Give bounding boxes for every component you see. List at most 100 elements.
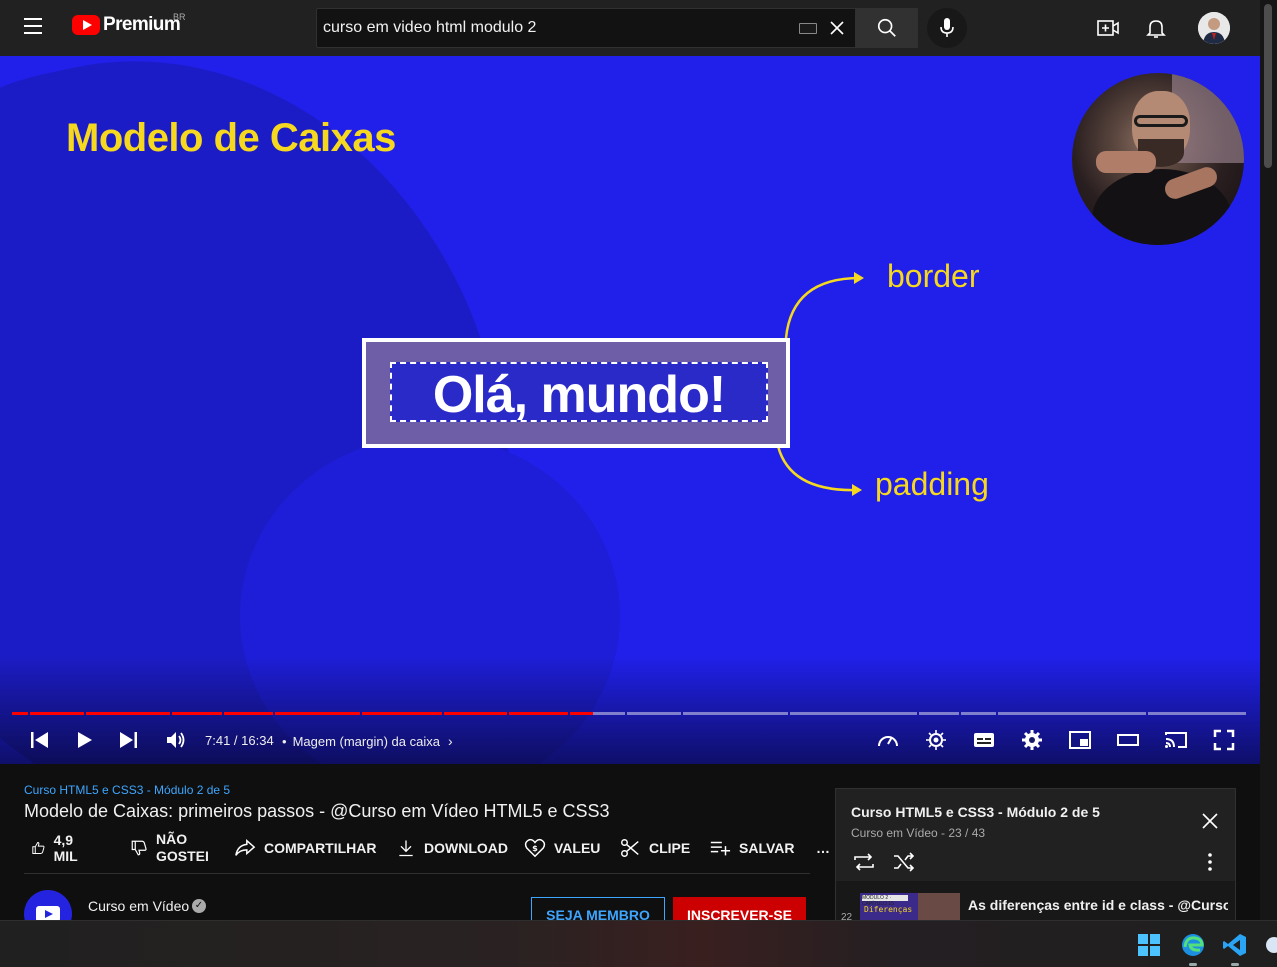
next-icon[interactable] bbox=[116, 728, 140, 752]
playback-speed-icon[interactable] bbox=[876, 728, 900, 752]
chapter-title-button[interactable]: • Magem (margin) da caixa › bbox=[282, 733, 453, 749]
logo-country: BR bbox=[173, 12, 186, 22]
fullscreen-icon[interactable] bbox=[1212, 728, 1236, 752]
download-label: DOWNLOAD bbox=[424, 840, 508, 856]
share-label: COMPARTILHAR bbox=[264, 840, 377, 856]
like-button[interactable]: 4,9 MIL bbox=[31, 830, 85, 866]
avatar-photo-icon bbox=[1198, 12, 1230, 44]
like-count: 4,9 MIL bbox=[53, 832, 78, 864]
chevron-right-icon: › bbox=[447, 733, 453, 749]
settings-gear-icon[interactable] bbox=[1020, 728, 1044, 752]
search-text[interactable]: curso em video html modulo 2 bbox=[323, 19, 536, 37]
channel-name[interactable]: Curso em Vídeo bbox=[88, 898, 189, 914]
miniplayer-icon[interactable] bbox=[1068, 728, 1092, 752]
clip-button[interactable]: CLIPE bbox=[619, 830, 690, 866]
progress-played-segment[interactable] bbox=[30, 712, 84, 715]
progress-chapter-segment[interactable] bbox=[592, 712, 625, 715]
play-icon[interactable] bbox=[72, 728, 96, 752]
chapter-title[interactable]: Magem (margin) da caixa bbox=[293, 734, 440, 749]
clear-search-icon[interactable] bbox=[827, 18, 847, 38]
edge-browser-icon[interactable] bbox=[1180, 932, 1206, 958]
previous-icon[interactable] bbox=[28, 728, 52, 752]
progress-bar[interactable] bbox=[12, 712, 1248, 715]
playlist-panel-subtitle: Curso em Vídeo - 23 / 43 bbox=[851, 826, 986, 840]
vscode-active-indicator bbox=[1231, 963, 1239, 966]
app-icon-partial[interactable] bbox=[1264, 932, 1277, 958]
progress-played-segment[interactable] bbox=[444, 712, 507, 715]
microphone-icon bbox=[940, 18, 954, 37]
more-actions-icon: … bbox=[816, 840, 830, 856]
progress-played-segment[interactable] bbox=[362, 712, 442, 715]
playlist-panel-title[interactable]: Curso HTML5 e CSS3 - Módulo 2 de 5 bbox=[851, 804, 1100, 820]
progress-played-segment[interactable] bbox=[275, 712, 360, 715]
theater-mode-icon[interactable] bbox=[1116, 728, 1140, 752]
progress-chapter-segment[interactable] bbox=[790, 712, 917, 715]
account-avatar[interactable] bbox=[1198, 12, 1230, 44]
volume-icon[interactable] bbox=[164, 728, 188, 752]
progress-chapter-segment[interactable] bbox=[627, 712, 681, 715]
playlist-link[interactable]: Curso HTML5 e CSS3 - Módulo 2 de 5 bbox=[24, 783, 230, 797]
clip-label: CLIPE bbox=[649, 840, 691, 856]
progress-chapter-segment[interactable] bbox=[1148, 712, 1246, 715]
progress-chapter-segment[interactable] bbox=[919, 712, 959, 715]
more-vert-icon[interactable] bbox=[1200, 851, 1220, 873]
ambient-mode-icon[interactable] bbox=[924, 728, 948, 752]
heart-dollar-icon: $ bbox=[524, 838, 546, 858]
progress-played-segment[interactable] bbox=[570, 712, 593, 715]
label-border: border bbox=[887, 258, 980, 294]
scrollbar-thumb[interactable] bbox=[1264, 4, 1272, 168]
shuffle-icon[interactable] bbox=[892, 851, 916, 873]
slide-title: Modelo de Caixas bbox=[66, 116, 396, 160]
save-label: SALVAR bbox=[739, 840, 795, 856]
download-icon bbox=[399, 840, 413, 857]
thumbs-up-icon bbox=[32, 842, 45, 854]
vscode-icon[interactable] bbox=[1222, 932, 1248, 958]
video-player[interactable]: Modelo de Caixas Olá, mundo! border padd… bbox=[0, 56, 1260, 764]
logo-text: Premium bbox=[103, 14, 181, 35]
more-actions-button[interactable]: … bbox=[816, 830, 830, 866]
notifications-bell-icon[interactable] bbox=[1144, 16, 1168, 40]
create-video-icon[interactable] bbox=[1096, 16, 1120, 40]
dislike-button[interactable]: NÃO GOSTEI bbox=[130, 830, 209, 866]
progress-chapter-segment[interactable] bbox=[961, 712, 996, 715]
progress-played-segment[interactable] bbox=[12, 712, 28, 715]
subtitles-icon[interactable] bbox=[972, 728, 996, 752]
time-display: 7:41 / 16:34 bbox=[205, 733, 274, 748]
page-scrollbar[interactable] bbox=[1260, 0, 1277, 920]
presenter-webcam bbox=[1072, 73, 1244, 245]
progress-played-segment[interactable] bbox=[86, 712, 170, 715]
share-button[interactable]: COMPARTILHAR bbox=[234, 830, 377, 866]
search-input[interactable]: curso em video html modulo 2 bbox=[316, 8, 856, 48]
download-button[interactable]: DOWNLOAD bbox=[396, 830, 508, 866]
youtube-logo[interactable]: Premium BR bbox=[72, 12, 186, 36]
thanks-button[interactable]: $ VALEU bbox=[524, 830, 600, 866]
loop-icon[interactable] bbox=[852, 851, 876, 873]
windows-start-icon[interactable] bbox=[1136, 932, 1162, 958]
progress-chapter-segment[interactable] bbox=[998, 712, 1146, 715]
box-model-content: Olá, mundo! bbox=[390, 362, 768, 424]
progress-played-segment[interactable] bbox=[172, 712, 222, 715]
thanks-label: VALEU bbox=[554, 840, 601, 856]
menu-icon[interactable] bbox=[24, 18, 48, 38]
box-model-border: Olá, mundo! bbox=[362, 338, 790, 448]
dislike-label-1: NÃO bbox=[156, 831, 188, 847]
search-icon bbox=[877, 18, 896, 37]
label-padding: padding bbox=[875, 466, 989, 502]
close-icon[interactable] bbox=[1200, 811, 1220, 831]
svg-text:$: $ bbox=[532, 843, 538, 853]
search-button[interactable] bbox=[855, 8, 918, 48]
progress-played-segment[interactable] bbox=[509, 712, 568, 715]
playlist-panel: Curso HTML5 e CSS3 - Módulo 2 de 5 Curso… bbox=[835, 788, 1236, 928]
youtube-play-icon bbox=[72, 15, 100, 35]
playlist-add-icon bbox=[710, 841, 731, 856]
save-button[interactable]: SALVAR bbox=[709, 830, 794, 866]
scissors-icon bbox=[621, 839, 639, 857]
verified-badge-icon: ✓ bbox=[192, 899, 206, 913]
keyboard-icon[interactable] bbox=[799, 23, 817, 34]
voice-search-button[interactable] bbox=[927, 8, 967, 48]
video-title: Modelo de Caixas: primeiros passos - @Cu… bbox=[24, 801, 610, 821]
progress-chapter-segment[interactable] bbox=[683, 712, 788, 715]
thumbs-down-icon bbox=[131, 840, 147, 856]
cast-icon[interactable] bbox=[1164, 728, 1188, 752]
progress-played-segment[interactable] bbox=[224, 712, 273, 715]
